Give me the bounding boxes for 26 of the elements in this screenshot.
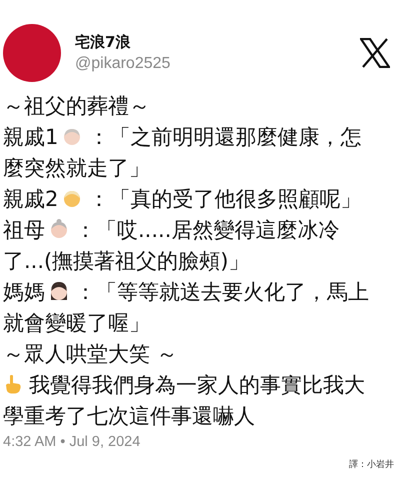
dialogue-text: 就會變暖了喔」: [3, 311, 150, 335]
avatar-icon[interactable]: [3, 24, 61, 82]
account-handle[interactable]: @pikaro2525: [75, 52, 360, 74]
speaker-name: 親戚2: [3, 187, 58, 211]
heading-text: ～眾人哄堂大笑 ～: [3, 342, 178, 366]
dialogue-text: ：「等等就送去要火化了，馬上: [75, 280, 369, 304]
translator-credit: 譯：小岩井: [349, 458, 394, 471]
timestamp[interactable]: 4:32 AM • Jul 9, 2024: [3, 434, 140, 450]
speaker-name: 祖母: [3, 218, 45, 242]
post-text: 我覺得我們身為一家人的事實比我大: [29, 373, 365, 397]
heading-text: ～祖父的葬禮～: [3, 94, 150, 118]
account-name[interactable]: 宅浪7浪: [75, 32, 360, 52]
pointing-hand-icon: [3, 374, 23, 394]
dialogue-text: 麼突然就走了」: [3, 156, 150, 180]
dialogue-text: ：「哎.....居然變得這麼冰冷: [75, 218, 340, 242]
older-man-icon: [62, 126, 82, 146]
older-woman-icon: [49, 219, 69, 239]
speaker-name: 親戚1: [3, 125, 58, 149]
dialogue-text: ：「真的受了他很多照顧呢」: [88, 187, 362, 211]
post-text: 學重考了七次這件事還嚇人: [3, 404, 255, 428]
dialogue-text: ：「之前明明還那麼健康，怎: [88, 125, 362, 149]
speaker-name: 媽媽: [3, 280, 45, 304]
woman-icon: [49, 281, 69, 301]
dialogue-text: 了...(撫摸著祖父的臉頰)」: [3, 249, 250, 273]
x-logo-icon[interactable]: [360, 38, 390, 68]
older-person-icon: [62, 188, 82, 208]
